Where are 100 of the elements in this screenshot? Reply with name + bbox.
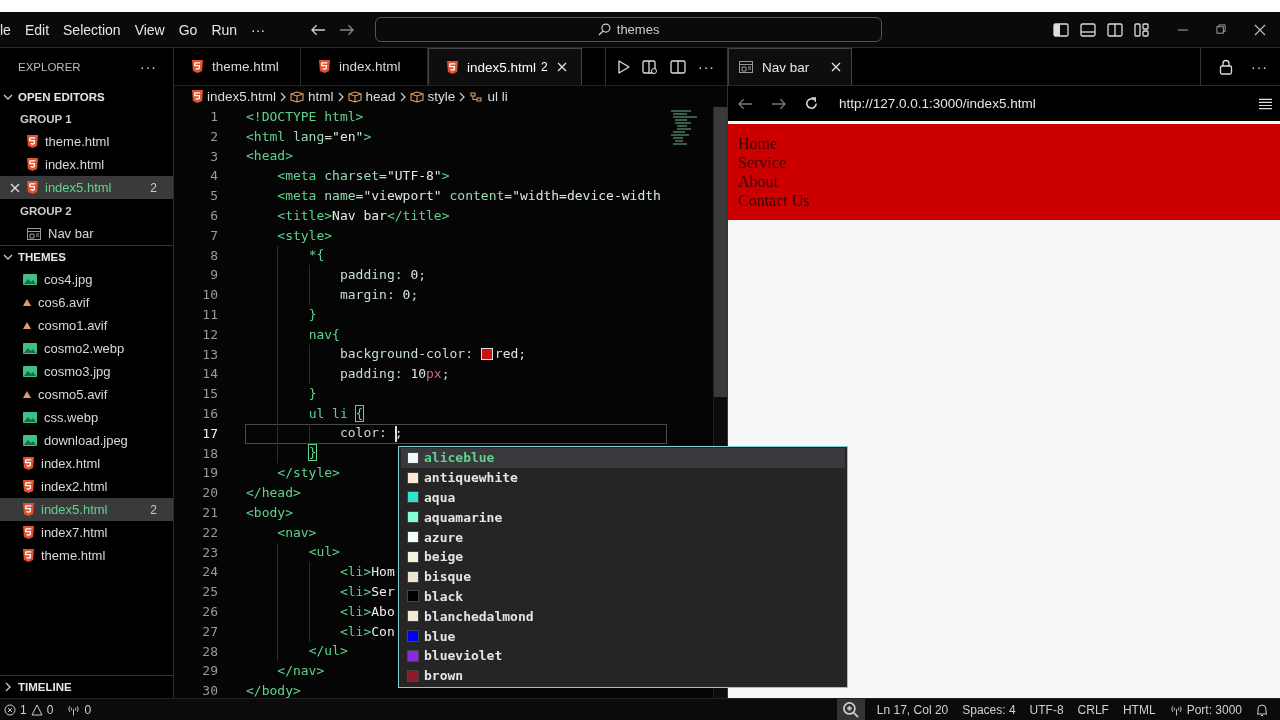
toggle-sidebar-icon[interactable] (1053, 21, 1069, 38)
split-editor-icon[interactable] (670, 58, 686, 75)
suggestion-item[interactable]: bisque (401, 566, 845, 587)
bell-icon[interactable] (1256, 702, 1268, 717)
code-text: } (308, 445, 317, 462)
menu-item[interactable]: ··· (251, 21, 266, 38)
file-item[interactable]: index5.html 2 (0, 498, 173, 521)
lock-icon[interactable] (1219, 58, 1233, 75)
more-button[interactable]: ··· (1251, 58, 1268, 75)
file-item[interactable]: Nav bar (0, 222, 173, 245)
status-item[interactable]: Spaces: 4 (962, 702, 1016, 717)
run-icon[interactable] (618, 59, 630, 74)
close-icon[interactable] (10, 182, 20, 193)
code-text: *{ (308, 247, 325, 264)
html-file-icon (27, 158, 38, 171)
errors-status[interactable]: 1 0 (4, 702, 54, 717)
menu-icon[interactable] (1259, 97, 1272, 110)
menu-item[interactable]: View (134, 21, 165, 38)
line-number: 10 (201, 286, 218, 305)
restore-icon[interactable] (1216, 24, 1227, 35)
more-button[interactable]: ··· (698, 58, 715, 75)
zoom-icon[interactable] (836, 698, 865, 720)
back-arrow-icon[interactable] (311, 23, 327, 36)
close-icon[interactable] (556, 62, 567, 72)
code-text: ul li { (308, 405, 364, 422)
open-preview-icon[interactable] (642, 58, 658, 75)
breadcrumb-item[interactable]: ul li (469, 89, 508, 104)
breadcrumb-item[interactable]: html (290, 89, 334, 104)
line-number: 16 (201, 404, 218, 423)
file-item[interactable]: theme.html (0, 130, 173, 153)
status-item[interactable]: Ln 17, Col 20 (876, 702, 949, 717)
menu-item[interactable]: Run (211, 21, 238, 38)
address-field[interactable]: http://127.0.0.1:3000/index5.html (839, 96, 1241, 111)
line-number: 12 (201, 325, 218, 344)
menu-item[interactable]: le (0, 21, 11, 38)
forward-arrow-icon[interactable] (339, 23, 355, 36)
breadcrumb-item[interactable]: index5.html (192, 89, 277, 104)
suggestion-item[interactable]: black (401, 586, 845, 607)
file-item[interactable]: index7.html (0, 521, 173, 544)
toggle-panel-icon[interactable] (1080, 21, 1096, 38)
menu-item[interactable]: Selection (63, 21, 121, 38)
cube-icon (290, 90, 305, 103)
menu-item[interactable]: Edit (24, 21, 50, 38)
color-swatch-icon[interactable] (480, 348, 493, 361)
status-item[interactable]: HTML (1122, 702, 1156, 717)
file-item[interactable]: cosmo1.avif (0, 314, 173, 337)
breadcrumb-item[interactable]: style (409, 89, 456, 104)
section-header[interactable]: OPEN EDITORS (0, 86, 173, 107)
file-item[interactable]: index5.html 2 (0, 176, 173, 199)
file-item[interactable]: css.webp (0, 406, 173, 429)
preview-tab[interactable]: Nav bar (728, 48, 852, 85)
split-layout-icon[interactable] (1107, 21, 1123, 38)
editor-tab[interactable]: index5.html 2 (428, 48, 582, 85)
suggestion-item[interactable]: aqua (401, 487, 845, 508)
line-number: 29 (201, 662, 218, 681)
breadcrumb-item[interactable]: head (347, 89, 396, 104)
file-item[interactable]: theme.html (0, 544, 173, 567)
file-item[interactable]: cosmo3.jpg (0, 360, 173, 383)
code-text: background-color: (339, 346, 474, 363)
editor-tab[interactable]: theme.html (174, 48, 301, 85)
file-item[interactable]: index.html (0, 452, 173, 475)
menu-item[interactable]: Go (178, 21, 198, 38)
file-item[interactable]: cos4.jpg (0, 268, 173, 291)
status-item[interactable]: UTF-8 (1029, 702, 1064, 717)
forward-arrow-icon[interactable] (771, 97, 786, 110)
error-icon (4, 703, 16, 716)
suggestion-item[interactable]: aquamarine (401, 507, 845, 528)
explorer-title: EXPLORER (18, 61, 81, 73)
status-item[interactable]: CRLF (1077, 702, 1109, 717)
code-text: } (308, 386, 317, 403)
code-text: </nav> (277, 663, 325, 680)
cube-icon (347, 90, 362, 103)
file-item[interactable]: cosmo2.webp (0, 337, 173, 360)
close-icon[interactable] (1254, 23, 1266, 36)
chevron-right-icon (280, 91, 287, 102)
suggestion-item[interactable]: blanchedalmond (401, 606, 845, 627)
reload-icon[interactable] (804, 96, 819, 111)
layout-grid-icon[interactable] (1134, 21, 1150, 38)
html-file-icon (23, 526, 34, 539)
suggestion-item[interactable]: azure (401, 527, 845, 547)
suggestion-item[interactable]: blue (401, 626, 845, 646)
suggestion-item[interactable]: blueviolet (401, 645, 845, 666)
suggestion-item[interactable]: beige (401, 547, 845, 567)
file-item[interactable]: index2.html (0, 475, 173, 498)
file-item[interactable]: cosmo5.avif (0, 383, 173, 406)
ports-status[interactable]: 0 (67, 702, 92, 717)
code-text: <nav> (277, 524, 317, 541)
suggestion-item[interactable]: aliceblue (401, 448, 845, 468)
folder-header[interactable]: THEMES (0, 245, 173, 268)
file-item[interactable]: download.jpeg (0, 429, 173, 452)
scrollbar-thumb[interactable] (714, 107, 727, 397)
file-item[interactable]: index.html (0, 153, 173, 176)
close-icon[interactable] (831, 62, 841, 72)
suggestion-item[interactable]: antiquewhite (401, 467, 845, 488)
suggestion-item[interactable]: brown (401, 665, 845, 686)
file-item[interactable]: cos6.avif (0, 291, 173, 314)
port-status[interactable]: Port: 3000 (1169, 702, 1242, 717)
html-file-icon (192, 60, 203, 73)
search-box[interactable]: themes (375, 17, 883, 42)
more-button[interactable]: ··· (140, 59, 157, 75)
